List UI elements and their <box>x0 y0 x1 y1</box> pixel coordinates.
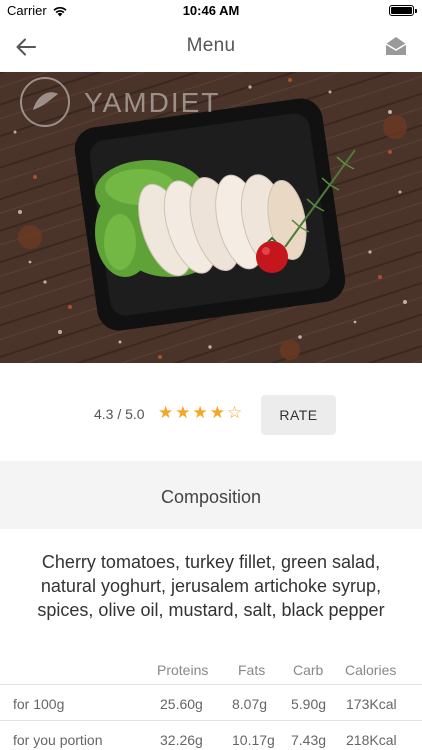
row-label: for 100g <box>13 696 65 712</box>
star-icon: ★ <box>175 403 191 422</box>
rating-score: 4.3 / 5.0 <box>94 406 145 422</box>
composition-header: Composition <box>0 461 422 529</box>
battery-icon <box>389 5 417 16</box>
nutrition-header-row: Proteins Fats Carb Calories <box>0 658 422 684</box>
star-icon: ★ <box>158 403 174 422</box>
rating-stars: ★ ★ ★ ★ ☆ <box>158 403 242 423</box>
header-calories: Calories <box>345 662 397 678</box>
envelope-icon <box>385 37 407 55</box>
header-proteins: Proteins <box>157 662 209 678</box>
page-title: Menu <box>186 35 236 56</box>
proteins-value: 32.26g <box>160 732 203 748</box>
navigation-bar: Menu <box>0 22 422 72</box>
star-icon: ★ <box>209 403 225 422</box>
header-carb: Carb <box>293 662 324 678</box>
fats-value: 10.17g <box>232 732 275 748</box>
fats-value: 8.07g <box>232 696 268 712</box>
rating-section: 4.3 / 5.0 ★ ★ ★ ★ ☆ RATE <box>0 363 422 461</box>
mail-button[interactable] <box>384 35 408 57</box>
star-outline-icon: ☆ <box>227 403 243 422</box>
calories-value: 173Kcal <box>346 696 397 712</box>
table-row: for 100g 25.60g 8.07g 5.90g 173Kcal <box>0 684 422 720</box>
header-fats: Fats <box>238 662 266 678</box>
status-bar: Carrier 10:46 AM <box>0 0 422 22</box>
calories-value: 218Kcal <box>346 732 397 748</box>
ingredients-text: Cherry tomatoes, turkey fillet, green sa… <box>37 552 385 620</box>
composition-title: Composition <box>160 487 262 507</box>
nutrition-table: Proteins Fats Carb Calories for 100g 25.… <box>0 658 422 750</box>
brand-watermark: YAMDIET <box>84 87 220 118</box>
carb-value: 5.90g <box>291 696 327 712</box>
clock: 10:46 AM <box>182 3 240 18</box>
rate-button[interactable]: RATE <box>261 395 336 435</box>
row-label: for you portion <box>13 732 103 748</box>
star-icon: ★ <box>192 403 208 422</box>
dish-photo: YAMDIET <box>0 72 422 363</box>
carb-value: 7.43g <box>291 732 327 748</box>
proteins-value: 25.60g <box>160 696 203 712</box>
table-row: for you portion 32.26g 10.17g 7.43g 218K… <box>0 720 422 750</box>
